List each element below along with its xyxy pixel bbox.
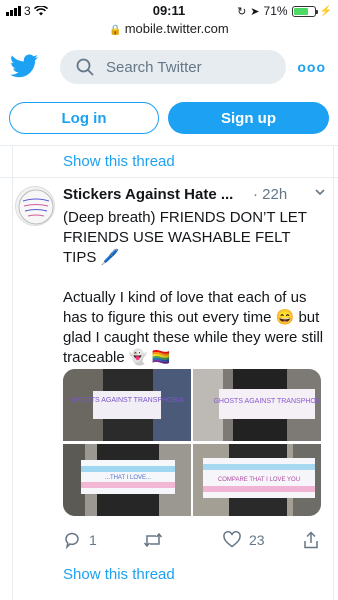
battery-percent: 71% bbox=[263, 4, 288, 18]
media-grid[interactable]: GHOSTS AGAINST TRANSPHOBIA GHOSTS AGAINS… bbox=[63, 369, 321, 516]
tweet-time[interactable]: · 22h bbox=[253, 186, 287, 203]
signup-button[interactable]: Sign up bbox=[168, 102, 329, 134]
media-photo-4[interactable]: COMPARE THAT I LOVE YOU bbox=[193, 443, 321, 516]
media-sticker-text: GHOSTS AGAINST TRANSPHOB bbox=[213, 398, 320, 405]
media-photo-3[interactable]: ...THAT I LOVE... bbox=[63, 443, 191, 516]
media-photo-1[interactable]: GHOSTS AGAINST TRANSPHOBIA bbox=[63, 369, 191, 442]
share-icon bbox=[304, 531, 318, 549]
url-bar[interactable]: 🔒 mobile.twitter.com bbox=[0, 21, 338, 39]
twitter-header: Search Twitter ooo bbox=[0, 45, 338, 93]
display-name[interactable]: Stickers Against Hate ... bbox=[63, 186, 233, 203]
chevron-down-icon[interactable] bbox=[314, 185, 326, 202]
column-border-right bbox=[333, 146, 334, 600]
like-button[interactable]: 23 bbox=[223, 531, 265, 548]
share-button[interactable] bbox=[303, 531, 319, 549]
tweet-paragraph: Actually I kind of love that each of us … bbox=[63, 289, 324, 366]
reply-count: 1 bbox=[89, 532, 97, 548]
tweet-divider bbox=[0, 177, 338, 178]
like-count: 23 bbox=[249, 531, 265, 548]
location-icon: ➤ bbox=[250, 5, 260, 18]
media-photo-2[interactable]: GHOSTS AGAINST TRANSPHOB bbox=[193, 369, 321, 442]
search-placeholder: Search Twitter bbox=[106, 58, 202, 76]
auth-buttons: Log in Sign up bbox=[0, 102, 338, 136]
show-thread-link[interactable]: Show this thread bbox=[63, 153, 175, 170]
twitter-logo-icon[interactable] bbox=[10, 54, 38, 78]
search-bar[interactable]: Search Twitter bbox=[60, 50, 286, 84]
more-options-icon[interactable]: ooo bbox=[297, 59, 326, 75]
login-button[interactable]: Log in bbox=[9, 102, 159, 134]
column-border-left bbox=[12, 146, 13, 600]
charging-icon: ⚡ bbox=[319, 5, 332, 17]
retweet-button[interactable] bbox=[143, 531, 171, 549]
media-sticker-text: ...THAT I LOVE... bbox=[105, 475, 151, 481]
orientation-lock-icon: ↻ bbox=[237, 5, 247, 18]
heart-icon bbox=[223, 531, 241, 548]
reply-icon bbox=[65, 532, 79, 549]
show-thread-link[interactable]: Show this thread bbox=[63, 566, 175, 583]
avatar[interactable] bbox=[15, 186, 55, 226]
header-divider bbox=[0, 145, 338, 146]
tweet-actions: 1 23 bbox=[63, 531, 323, 553]
url-text: mobile.twitter.com bbox=[124, 21, 229, 36]
tweet-paragraph: (Deep breath) FRIENDS DON’T LET FRIENDS … bbox=[63, 209, 307, 266]
media-sticker-text: COMPARE THAT I LOVE YOU bbox=[218, 477, 300, 483]
reply-button[interactable]: 1 bbox=[63, 531, 97, 549]
tweet-text: (Deep breath) FRIENDS DON’T LET FRIENDS … bbox=[63, 208, 325, 388]
retweet-icon bbox=[143, 532, 163, 548]
search-icon bbox=[76, 58, 94, 76]
battery-icon bbox=[291, 5, 318, 17]
tweet-header: Stickers Against Hate ... · 22h bbox=[63, 186, 328, 206]
lock-icon: 🔒 bbox=[109, 25, 122, 36]
media-sticker-text: GHOSTS AGAINST TRANSPHOBIA bbox=[70, 397, 184, 404]
status-bar: 3 09:11 ↻ ➤ 71% ⚡ bbox=[0, 0, 338, 22]
